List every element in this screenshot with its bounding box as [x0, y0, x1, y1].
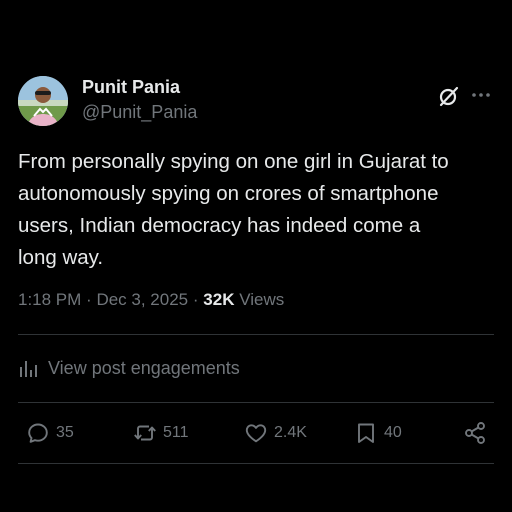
view-engagements-link[interactable]: View post engagements	[18, 356, 240, 380]
divider	[18, 402, 494, 403]
divider	[18, 334, 494, 335]
post-text-line: long way.	[18, 246, 104, 269]
engagements-label: View post engagements	[48, 357, 240, 378]
post-text-line: users, Indian democracy has indeed come …	[18, 214, 421, 237]
like-button[interactable]: 2.4K	[244, 420, 307, 446]
post-time[interactable]: 1:18 PM	[18, 290, 81, 309]
post-text-line: From personally spying on one girl in Gu…	[18, 150, 449, 173]
meta-separator: ·	[192, 290, 199, 309]
avatar[interactable]	[18, 76, 68, 126]
author-handle[interactable]: @Punit_Pania	[82, 102, 197, 123]
repost-icon	[134, 425, 156, 441]
bookmark-icon	[358, 423, 374, 443]
avatar-photo	[18, 76, 68, 126]
grok-icon[interactable]	[437, 84, 461, 108]
author-name[interactable]: Punit Pania	[82, 77, 180, 98]
meta-separator: ·	[86, 290, 92, 309]
views-label: Views	[239, 290, 285, 309]
share-button[interactable]	[463, 420, 487, 446]
action-bar: 35 511 2.4K 40	[0, 420, 512, 446]
post-date[interactable]: Dec 3, 2025	[96, 290, 188, 309]
analytics-icon	[18, 357, 40, 379]
post-meta: 1:18 PM · Dec 3, 2025 · 32K Views	[18, 290, 284, 310]
reply-count: 35	[56, 424, 74, 441]
reply-icon	[28, 423, 48, 443]
divider	[18, 463, 494, 464]
repost-count: 511	[163, 424, 189, 441]
views-count: 32K	[203, 290, 235, 309]
like-icon	[245, 424, 267, 443]
share-icon	[465, 422, 485, 444]
bookmark-button[interactable]: 40	[354, 420, 402, 446]
more-icon[interactable]	[470, 84, 492, 106]
like-count: 2.4K	[274, 424, 307, 441]
reply-button[interactable]: 35	[26, 420, 74, 446]
post-text: From personally spying on one girl in Gu…	[18, 146, 494, 274]
post-card: Punit Pania @Punit_Pania From personally…	[0, 0, 512, 512]
repost-button[interactable]: 511	[133, 420, 189, 446]
bookmark-count: 40	[384, 424, 402, 441]
post-text-line: autonomously spying on crores of smartph…	[18, 182, 439, 205]
